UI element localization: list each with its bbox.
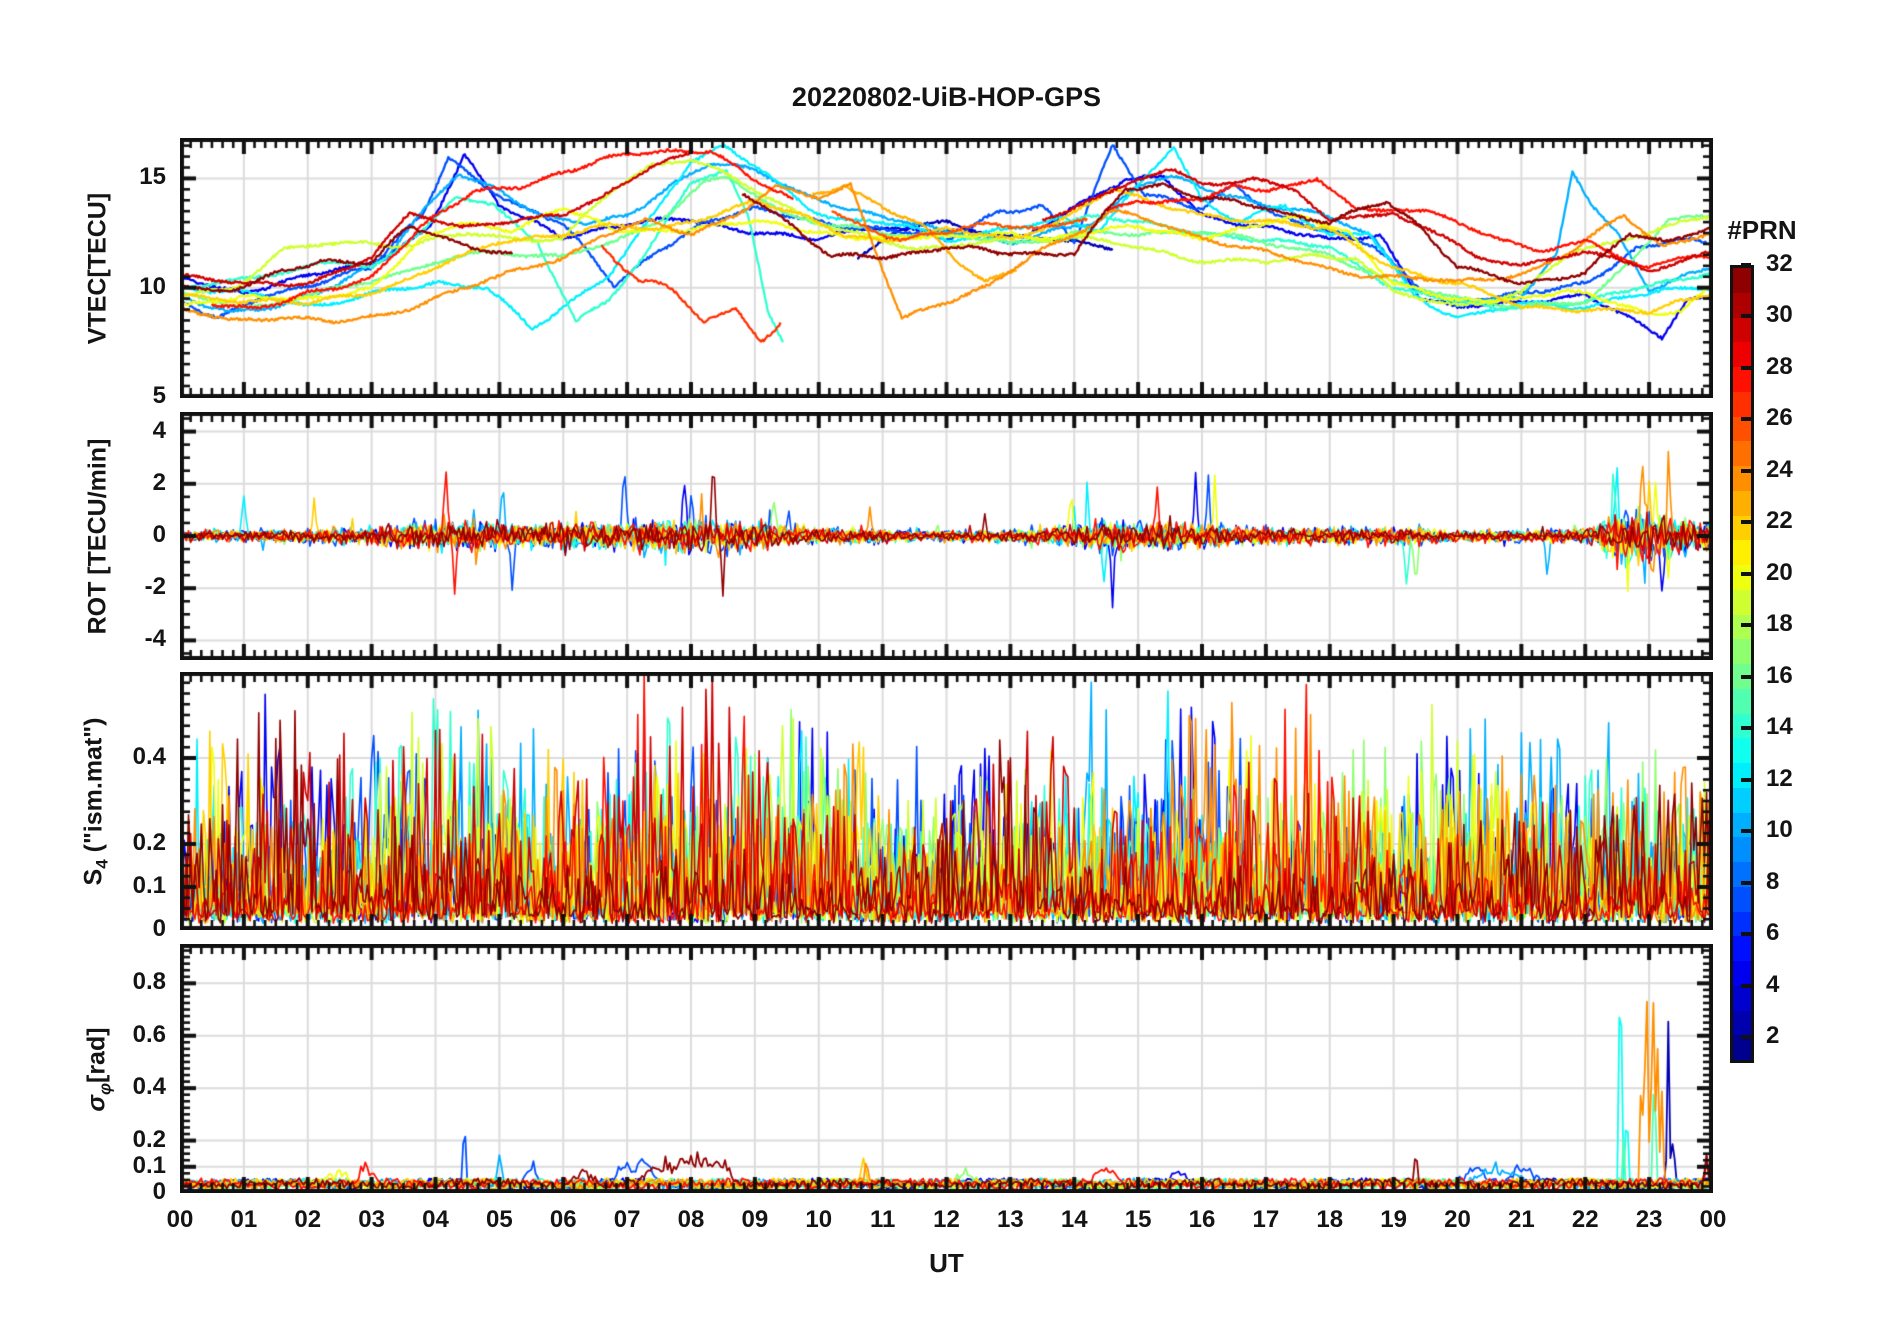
colorbar-tick — [1741, 623, 1751, 628]
colorbar-tick-label: 8 — [1766, 867, 1780, 895]
colorbar-tick-label: 16 — [1766, 661, 1793, 689]
colorbar-tick — [1741, 468, 1751, 473]
colorbar-tick-label: 6 — [1766, 919, 1780, 947]
colorbar-tick — [1741, 314, 1751, 319]
colorbar-band-prn-19 — [1733, 589, 1751, 615]
colorbar-band-prn-29 — [1733, 342, 1751, 367]
colorbar-band-prn-28 — [1733, 367, 1751, 392]
colorbar-tick-label: 28 — [1766, 352, 1793, 380]
colorbar-band-prn-7 — [1733, 886, 1751, 912]
colorbar-tick — [1741, 726, 1751, 731]
colorbar-band-prn-22 — [1733, 515, 1751, 541]
colorbar-tick — [1741, 263, 1751, 267]
colorbar-tick-label: 32 — [1766, 250, 1793, 277]
colorbar-band-prn-15 — [1733, 688, 1751, 714]
colorbar-tick — [1741, 880, 1751, 885]
colorbar-tick-label: 14 — [1766, 713, 1793, 741]
colorbar-tick-label: 24 — [1766, 455, 1793, 483]
colorbar-tick-label: 10 — [1766, 816, 1793, 844]
colorbar-band-prn-13 — [1733, 738, 1751, 763]
colorbar-band-prn-12 — [1733, 763, 1751, 788]
axis-label-subscript: φ — [95, 1082, 115, 1095]
colorbar-tick-label: 18 — [1766, 610, 1793, 638]
colorbar-tick — [1741, 777, 1751, 782]
colorbar-tick-label: 30 — [1766, 301, 1793, 329]
colorbar-tick-label: 20 — [1766, 558, 1793, 586]
axis-label-text: [rad] — [82, 1026, 111, 1083]
colorbar-tick — [1741, 365, 1751, 370]
s4-plot-canvas — [180, 672, 1713, 930]
figure: 20220802-UiB-HOP-GPS 15 10 5 VTEC[TECU] 4 2 0-… — [0, 0, 1902, 1330]
rot-plot-canvas — [180, 412, 1713, 660]
colorbar-tick-label: 22 — [1766, 507, 1793, 535]
colorbar-tick — [1741, 829, 1751, 834]
axis-label-text: σ — [82, 1094, 111, 1112]
colorbar-band-prn-4 — [1733, 961, 1751, 986]
colorbar-band-prn-2 — [1733, 1010, 1751, 1036]
colorbar-tick — [1741, 520, 1751, 525]
colorbar-tick-label: 2 — [1766, 1022, 1780, 1050]
colorbar-title: #PRN — [1727, 215, 1797, 245]
colorbar-tick — [1741, 932, 1751, 937]
colorbar-tick-label: 4 — [1766, 970, 1780, 998]
colorbar-band-prn-27 — [1733, 391, 1751, 417]
colorbar-band-prn-3 — [1733, 985, 1751, 1011]
colorbar-band-prn-25 — [1733, 441, 1751, 466]
colorbar-band-prn-17 — [1733, 639, 1751, 664]
colorbar-tick — [1741, 1035, 1751, 1040]
sigma_phi-axis-label: σφ[rad] — [83, 769, 116, 1330]
colorbar-band-prn-9 — [1733, 837, 1751, 862]
x-axis-label: UT — [929, 1248, 964, 1278]
colorbar-band-prn-20 — [1733, 565, 1751, 590]
colorbar-tick-label: 26 — [1766, 404, 1793, 432]
colorbar-tick-label: 12 — [1766, 764, 1793, 792]
colorbar-band-prn-21 — [1733, 540, 1751, 565]
colorbar-band-prn-10 — [1733, 812, 1751, 838]
vtec-plot-canvas — [180, 138, 1713, 398]
colorbar-tick — [1741, 674, 1751, 679]
colorbar-band-prn-23 — [1733, 490, 1751, 516]
colorbar-band-prn-11 — [1733, 787, 1751, 813]
colorbar-tick — [1741, 571, 1751, 576]
colorbar-band-prn-30 — [1733, 317, 1751, 343]
colorbar — [1730, 265, 1754, 1063]
x-tick-label: 00 — [1699, 1206, 1727, 1233]
colorbar-band-prn-32 — [1733, 268, 1751, 293]
sigma_phi-plot-canvas — [180, 944, 1713, 1193]
colorbar-tick — [1741, 417, 1751, 422]
colorbar-band-prn-5 — [1733, 936, 1751, 961]
colorbar-tick — [1741, 983, 1751, 988]
chart-title: 20220802-UiB-HOP-GPS — [791, 82, 1102, 112]
